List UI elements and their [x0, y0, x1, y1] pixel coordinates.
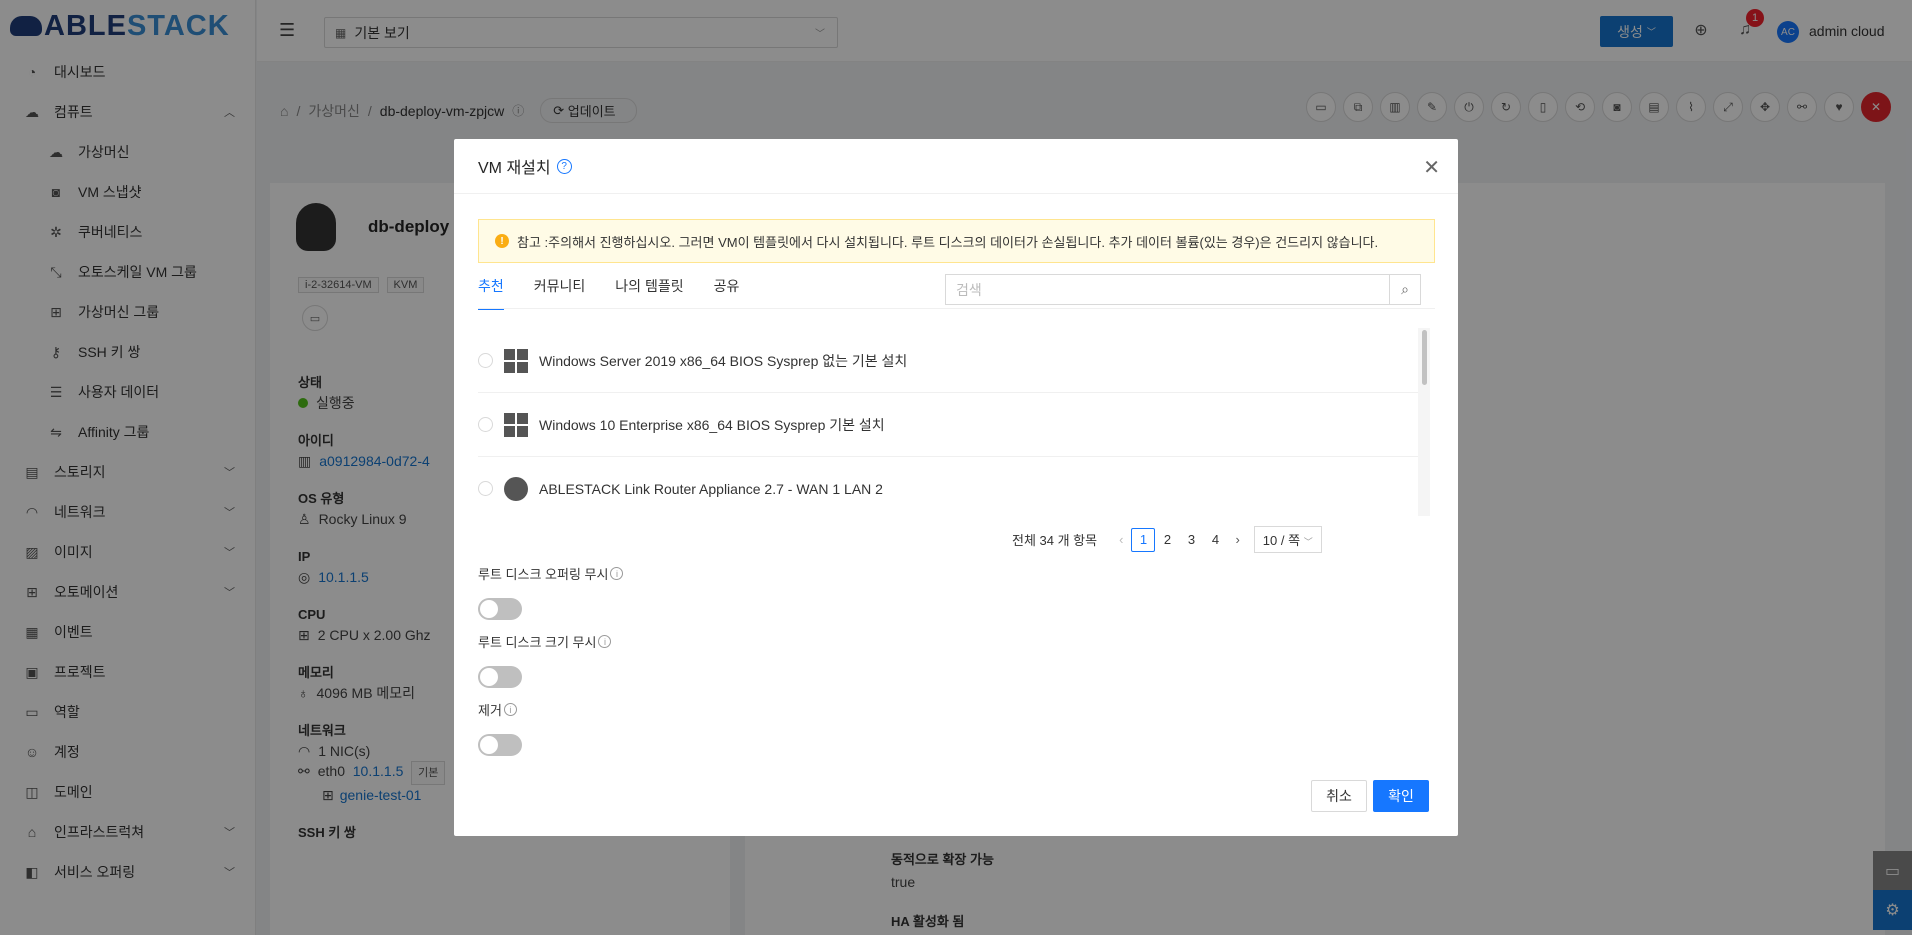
list-item[interactable]: Windows 10 Enterprise x86_64 BIOS Syspre… [478, 393, 1423, 457]
template-label: Windows Server 2019 x86_64 BIOS Sysprep … [539, 352, 908, 369]
alert-text: 참고 :주의해서 진행하십시오. 그러면 VM이 템플릿에서 다시 설치됩니다.… [517, 234, 1379, 250]
expunge-label: 제거 i [478, 700, 517, 719]
template-label: Windows 10 Enterprise x86_64 BIOS Syspre… [539, 416, 885, 433]
expunge-toggle[interactable] [478, 734, 522, 756]
prev-page-icon[interactable]: ‹ [1119, 532, 1123, 547]
override-size-label: 루트 디스크 크기 무시 i [478, 632, 612, 651]
override-offering-label: 루트 디스크 오퍼링 무시 i [478, 564, 624, 583]
help-icon[interactable]: ? [556, 158, 572, 174]
template-radio[interactable] [478, 481, 493, 496]
page-2[interactable]: 2 [1155, 528, 1179, 552]
list-item[interactable]: ABLESTACK Link Router Appliance 2.7 - WA… [478, 457, 1423, 516]
tab-community[interactable]: 커뮤니티 [534, 276, 586, 310]
tabs-divider [478, 308, 1435, 309]
warning-alert: ! 참고 :주의해서 진행하십시오. 그러면 VM이 템플릿에서 다시 설치됩니… [478, 219, 1435, 263]
windows-icon [503, 412, 529, 438]
search-icon[interactable]: ⌕ [1389, 275, 1420, 304]
windows-icon [503, 348, 529, 374]
router-icon [503, 476, 529, 502]
search-input[interactable] [946, 275, 1389, 304]
modal-title: VM 재설치 [478, 160, 551, 177]
tab-shared[interactable]: 공유 [714, 276, 740, 310]
page-size-select[interactable]: 10 / 쪽 ﹀ [1253, 526, 1322, 553]
template-search: ⌕ [945, 274, 1421, 305]
info-icon: i [598, 635, 612, 648]
close-icon[interactable]: ✕ [1423, 155, 1440, 180]
template-label: ABLESTACK Link Router Appliance 2.7 - WA… [539, 480, 883, 497]
override-size-toggle[interactable] [478, 666, 522, 688]
info-icon: i [610, 567, 624, 580]
override-offering-toggle[interactable] [478, 598, 522, 620]
warning-icon: ! [495, 234, 509, 248]
template-radio[interactable] [478, 353, 493, 368]
page-3[interactable]: 3 [1179, 528, 1203, 552]
cancel-button[interactable]: 취소 [1311, 780, 1367, 812]
tab-featured[interactable]: 추천 [478, 276, 504, 310]
page-1[interactable]: 1 [1131, 527, 1156, 552]
list-item[interactable]: Windows Server 2019 x86_64 BIOS Sysprep … [478, 329, 1423, 393]
pagination-total: 전체 34 개 항목 [1012, 533, 1098, 548]
tab-my-templates[interactable]: 나의 템플릿 [615, 276, 683, 310]
page-4[interactable]: 4 [1203, 528, 1227, 552]
next-page-icon[interactable]: › [1235, 532, 1239, 547]
reinstall-vm-modal: VM 재설치 ? ✕ ! 참고 :주의해서 진행하십시오. 그러면 VM이 템플… [454, 139, 1458, 836]
ok-button[interactable]: 확인 [1373, 780, 1429, 812]
info-icon: i [503, 703, 517, 716]
modal-header: VM 재설치 ? [454, 139, 1458, 194]
pagination: 전체 34 개 항목 ‹ 1 2 3 4 › 10 / 쪽 ﹀ [1012, 526, 1322, 553]
template-radio[interactable] [478, 417, 493, 432]
template-list: Windows Server 2019 x86_64 BIOS Sysprep … [478, 329, 1435, 516]
list-scrollbar-thumb[interactable] [1422, 330, 1427, 385]
template-tabs: 추천 커뮤니티 나의 템플릿 공유 [478, 276, 769, 310]
